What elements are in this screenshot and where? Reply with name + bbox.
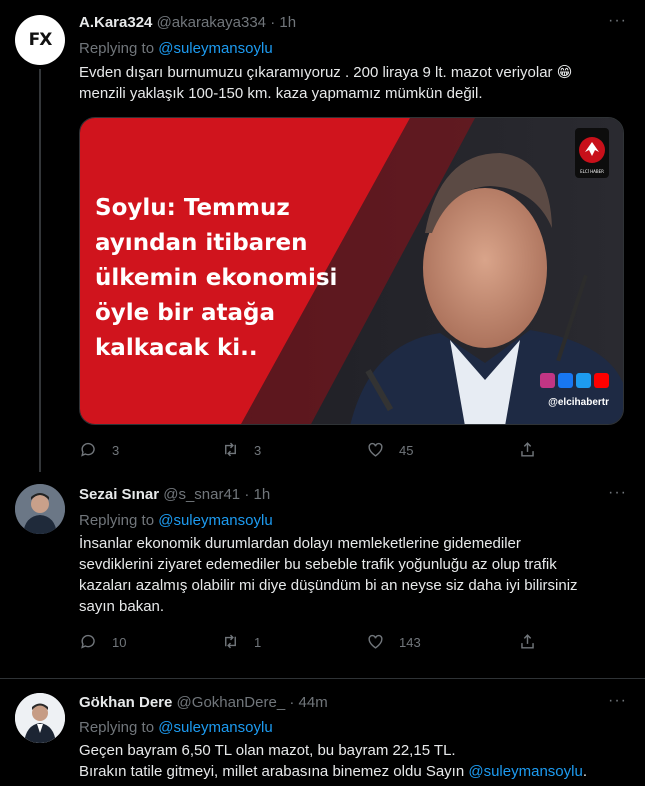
tweet-akara324[interactable]: FX A.Kara324 @akarakaya334 · 1h ··· Repl… <box>0 0 645 472</box>
tweet-sezai-sinar[interactable]: Sezai Sınar @s_snar41 · 1h ··· Replying … <box>0 472 645 678</box>
retweet-button[interactable]: 3 <box>221 440 261 459</box>
replying-to: Replying to @suleymansoylu <box>79 40 273 57</box>
tweet-gokhan-dere[interactable]: Gökhan Dere @GokhanDere_ · 44m ··· Reply… <box>0 679 645 786</box>
tweet-text-line: menzili yaklaşık 100-150 km. kaza yapmam… <box>79 85 483 102</box>
instagram-icon <box>540 373 555 388</box>
avatar[interactable]: FX <box>15 15 65 65</box>
elci-haber-logo-icon: ELCİ HABER <box>575 128 609 178</box>
heart-icon <box>368 634 383 649</box>
logo-text: ELCİ HABER <box>580 169 604 174</box>
more-options-icon[interactable]: ··· <box>608 692 627 710</box>
replying-to-label: Replying to <box>79 512 155 529</box>
retweet-button[interactable]: 1 <box>221 632 261 651</box>
avatar-photo <box>15 693 65 743</box>
share-button[interactable] <box>518 632 551 651</box>
reply-icon <box>81 634 95 649</box>
like-count: 45 <box>399 443 414 458</box>
heart-icon <box>368 442 383 457</box>
display-name[interactable]: Sezai Sınar <box>79 486 159 503</box>
headline-line: ayından itibaren <box>95 230 308 256</box>
reply-count: 3 <box>112 443 120 458</box>
tweet-text-segment: Bırakın tatile gitmeyi, millet arabasına… <box>79 763 469 780</box>
avatar[interactable] <box>15 484 65 534</box>
separator-dot: · <box>244 486 250 503</box>
share-icon <box>521 442 534 457</box>
timestamp[interactable]: 1h <box>254 486 271 503</box>
more-options-icon[interactable]: ··· <box>608 484 627 502</box>
reply-count: 10 <box>112 635 127 650</box>
display-name[interactable]: Gökhan Dere <box>79 694 172 711</box>
retweet-count: 3 <box>254 443 262 458</box>
tweet-text-line: Evden dışarı burnumuzu çıkaramıyoruz . 2… <box>79 64 573 81</box>
reply-button[interactable]: 3 <box>79 440 119 459</box>
more-options-icon[interactable]: ··· <box>608 12 627 30</box>
like-count: 143 <box>399 635 421 650</box>
tweet-header: A.Kara324 @akarakaya334 · 1h <box>79 14 296 31</box>
share-button[interactable] <box>518 440 551 459</box>
replying-to-mention[interactable]: @suleymansoylu <box>158 40 272 57</box>
tweet-actions: 10 1 143 <box>79 632 539 654</box>
tweet-text: Geçen bayram 6,50 TL olan mazot, bu bayr… <box>79 740 639 782</box>
timestamp[interactable]: 1h <box>279 14 296 31</box>
separator-dot: · <box>270 14 276 31</box>
tweet-text-segment: . <box>582 763 587 780</box>
tweet-text-line: Geçen bayram 6,50 TL olan mazot, bu bayr… <box>79 742 456 759</box>
social-icons <box>540 373 609 388</box>
twitter-icon <box>576 373 591 388</box>
avatar-logo: FX <box>28 30 53 50</box>
avatar[interactable] <box>15 693 65 743</box>
tweet-actions: 3 3 45 <box>79 440 539 462</box>
tweet-text-line: İnsanlar ekonomik durumlardan dolayı mem… <box>79 535 521 552</box>
user-handle[interactable]: @GokhanDere_ <box>177 694 286 711</box>
tweet-header: Gökhan Dere @GokhanDere_ · 44m <box>79 694 328 711</box>
replying-to-mention[interactable]: @suleymansoylu <box>158 719 272 736</box>
retweet-count: 1 <box>254 635 262 650</box>
like-button[interactable]: 143 <box>366 632 421 651</box>
facebook-icon <box>558 373 573 388</box>
tweet-header: Sezai Sınar @s_snar41 · 1h <box>79 486 270 503</box>
tweet-text-line: sevdiklerini ziyaret edemediler bu sebeb… <box>79 556 557 573</box>
retweet-icon <box>225 442 236 457</box>
like-button[interactable]: 45 <box>366 440 413 459</box>
tweet-text: Evden dışarı burnumuzu çıkaramıyoruz . 2… <box>79 62 639 104</box>
reply-button[interactable]: 10 <box>79 632 126 651</box>
replying-to-label: Replying to <box>79 40 155 57</box>
headline-line: Soylu: Temmuz <box>95 195 290 221</box>
replying-to-mention[interactable]: @suleymansoylu <box>158 512 272 529</box>
thread-line <box>39 69 41 472</box>
user-handle[interactable]: @akarakaya334 <box>157 14 266 31</box>
tweet-text: İnsanlar ekonomik durumlardan dolayı mem… <box>79 533 639 617</box>
avatar-photo <box>15 484 65 534</box>
replying-to: Replying to @suleymansoylu <box>79 512 273 529</box>
retweet-icon <box>225 634 236 649</box>
replying-to-label: Replying to <box>79 719 155 736</box>
replying-to: Replying to @suleymansoylu <box>79 719 273 736</box>
tweet-text-line: Bırakın tatile gitmeyi, millet arabasına… <box>79 761 639 782</box>
inline-mention[interactable]: @suleymansoylu <box>468 763 582 780</box>
headline-line: kalkacak ki.. <box>95 335 258 361</box>
media-headline: Soylu: Temmuz ayından itibaren ülkemin e… <box>95 191 337 366</box>
display-name[interactable]: A.Kara324 <box>79 14 152 31</box>
youtube-icon <box>594 373 609 388</box>
share-icon <box>521 634 534 649</box>
tweet-text-line: sayın bakan. <box>79 598 165 615</box>
headline-line: öyle bir atağa <box>95 300 276 326</box>
reply-icon <box>81 442 95 457</box>
user-handle[interactable]: @s_snar41 <box>163 486 240 503</box>
media-watermark: @elcihabertr <box>548 397 609 408</box>
tweet-media-image[interactable]: Soylu: Temmuz ayından itibaren ülkemin e… <box>79 117 624 425</box>
timestamp[interactable]: 44m <box>299 694 328 711</box>
tweet-text-line: kazaları azalmış olabilir mi diye düşünd… <box>79 577 578 594</box>
separator-dot: · <box>289 694 295 711</box>
headline-line: ülkemin ekonomisi <box>95 265 338 291</box>
